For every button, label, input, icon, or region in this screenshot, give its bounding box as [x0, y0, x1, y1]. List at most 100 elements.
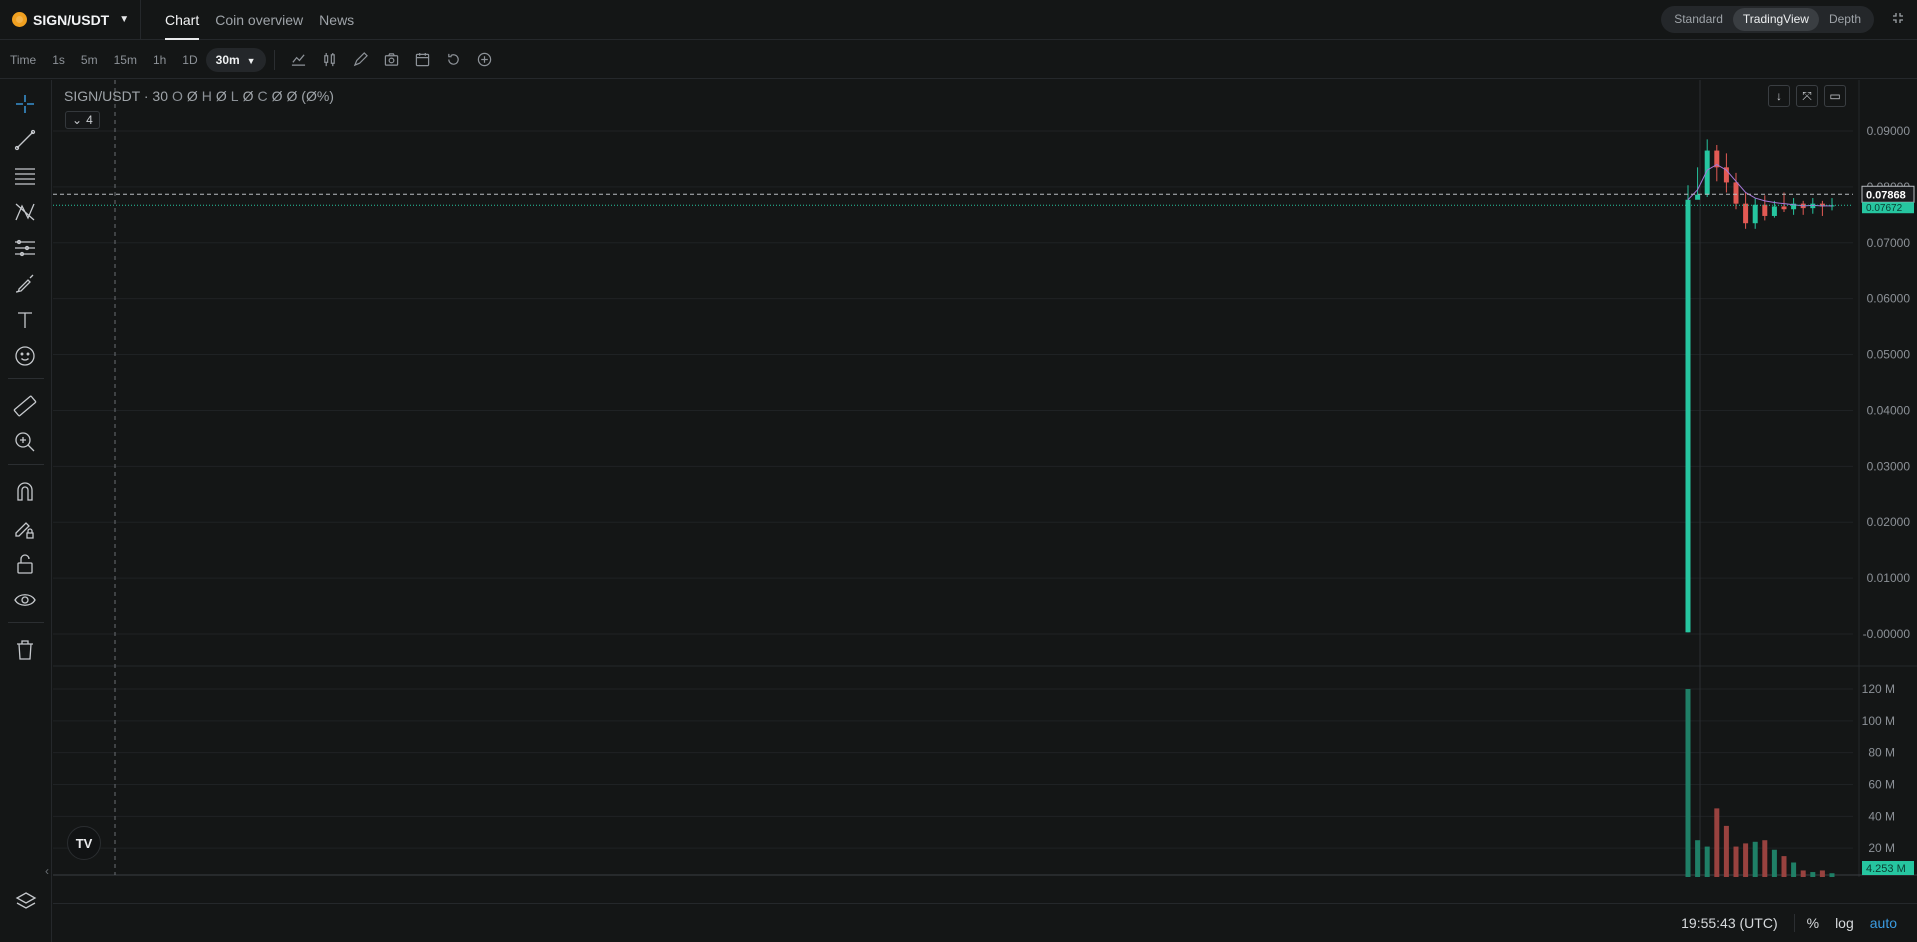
legend-l-value: Ø	[242, 88, 254, 104]
prediction-icon[interactable]	[11, 234, 39, 262]
calendar-icon[interactable]	[407, 48, 438, 72]
divider	[8, 622, 44, 623]
candle-body	[1685, 199, 1691, 633]
volume-tick-label: 60 M	[1868, 778, 1895, 792]
coin-logo-icon	[12, 12, 27, 27]
chart-legend: SIGN/USDT · 30 OØ HØ LØ CØ Ø (Ø%)	[64, 88, 334, 104]
legend-c-value: Ø	[271, 88, 283, 104]
last-price-label: 0.07868	[1866, 189, 1906, 201]
volume-bar	[1695, 840, 1701, 877]
restore-pane-button[interactable]: ▭	[1824, 85, 1846, 107]
percent-scale-toggle[interactable]: %	[1799, 915, 1827, 931]
scroll-to-latest-button[interactable]: ↓	[1768, 85, 1790, 107]
volume-bar	[1743, 843, 1749, 877]
interval-1s[interactable]: 1s	[44, 48, 73, 72]
pattern-icon[interactable]	[11, 198, 39, 226]
chart-canvas[interactable]: 0.090000.080000.070000.060000.050000.040…	[53, 80, 1917, 877]
auto-scale-toggle[interactable]: auto	[1862, 915, 1905, 931]
volume-tick-label: 80 M	[1868, 746, 1895, 760]
volume-tick-label: 20 M	[1868, 841, 1895, 855]
replay-icon[interactable]	[438, 48, 469, 72]
mode-tradingview[interactable]: TradingView	[1732, 8, 1819, 31]
active-interval-label: 30m	[215, 52, 240, 67]
log-scale-toggle[interactable]: log	[1827, 915, 1862, 931]
unlock-icon[interactable]	[11, 550, 39, 578]
price-tick-label: 0.01000	[1867, 571, 1911, 585]
volume-bar	[1685, 689, 1691, 877]
volume-bar	[1781, 856, 1787, 877]
legend-c-label: C	[257, 88, 268, 104]
volume-bar	[1704, 846, 1710, 877]
candle-body	[1695, 194, 1701, 200]
chevron-left-icon[interactable]: ‹	[45, 864, 49, 878]
volume-bar	[1810, 872, 1816, 877]
interval-1d[interactable]: 1D	[174, 48, 205, 72]
candle-body	[1752, 204, 1758, 224]
main-tabs: Chart Coin overview News	[141, 0, 362, 40]
tab-news[interactable]: News	[311, 0, 362, 40]
interval-1h[interactable]: 1h	[145, 48, 174, 72]
layers-icon[interactable]	[14, 890, 38, 914]
volume-bar	[1752, 841, 1758, 877]
interval-15m[interactable]: 15m	[106, 48, 145, 72]
volume-tick-label: 100 M	[1862, 714, 1895, 728]
ruler-icon[interactable]	[11, 392, 39, 420]
maximize-pane-button[interactable]: ⤧	[1796, 85, 1818, 107]
volume-bar	[1800, 870, 1806, 877]
price-tick-label: 0.04000	[1867, 403, 1911, 417]
candle-body	[1762, 204, 1768, 216]
lock-draw-icon[interactable]	[11, 514, 39, 542]
draw-icon[interactable]	[345, 48, 376, 72]
chart-status-bar: 19:55:43 (UTC) % log auto	[53, 903, 1917, 942]
interval-5m[interactable]: 5m	[73, 48, 106, 72]
tab-coin-overview[interactable]: Coin overview	[207, 0, 311, 40]
fullscreen-exit-icon[interactable]	[1889, 11, 1907, 29]
indicators-icon[interactable]	[283, 48, 314, 72]
brush-icon[interactable]	[11, 270, 39, 298]
trend-line-icon[interactable]	[11, 126, 39, 154]
trading-app: SIGN/USDT ▼ Chart Coin overview News Sta…	[0, 0, 1917, 942]
candle-body	[1781, 206, 1787, 210]
chevron-down-icon: ▼	[119, 14, 130, 25]
zoom-in-icon[interactable]	[11, 428, 39, 456]
legend-o-label: O	[172, 88, 183, 104]
chart-area[interactable]: 0.090000.080000.070000.060000.050000.040…	[45, 80, 1917, 878]
tradingview-logo-icon[interactable]: TV	[67, 826, 101, 860]
tab-chart[interactable]: Chart	[157, 0, 207, 40]
current-price-label: 0.07672	[1866, 203, 1903, 214]
volume-bar	[1791, 862, 1797, 877]
divider	[8, 378, 44, 379]
symbol-selector[interactable]: SIGN/USDT ▼	[0, 12, 140, 28]
fib-icon[interactable]	[11, 162, 39, 190]
add-icon[interactable]	[469, 48, 500, 72]
interval-time[interactable]: Time	[6, 48, 44, 72]
volume-tick-label: 40 M	[1868, 809, 1895, 823]
trash-icon[interactable]	[11, 636, 39, 664]
emoji-icon[interactable]	[11, 342, 39, 370]
text-icon[interactable]	[11, 306, 39, 334]
legend-l-label: L	[230, 88, 239, 104]
legend-h-value: Ø	[215, 88, 227, 104]
volume-bar	[1733, 846, 1739, 877]
mode-standard[interactable]: Standard	[1664, 8, 1733, 31]
volume-tick-label: 120 M	[1862, 682, 1895, 696]
eye-icon[interactable]	[11, 586, 39, 614]
legend-title: SIGN/USDT · 30	[64, 88, 168, 104]
price-tick-label: 0.06000	[1867, 292, 1911, 306]
utc-clock[interactable]: 19:55:43 (UTC)	[1669, 915, 1789, 931]
crosshair-icon[interactable]	[11, 90, 39, 118]
indicator-count: 4	[86, 113, 93, 127]
view-mode-switch: Standard TradingView Depth	[1661, 6, 1874, 33]
volume-bar	[1723, 825, 1729, 877]
screenshot-icon[interactable]	[376, 48, 407, 72]
magnet-icon[interactable]	[11, 478, 39, 506]
indicators-collapse-button[interactable]: ⌄ 4	[65, 111, 100, 129]
volume-bar	[1714, 808, 1720, 877]
interval-dropdown[interactable]: 30m ▼	[205, 47, 266, 72]
mode-depth[interactable]: Depth	[1819, 8, 1871, 31]
symbol-label: SIGN/USDT	[33, 11, 110, 28]
volume-bar	[1762, 840, 1768, 877]
candle-type-icon[interactable]	[314, 48, 345, 72]
divider	[8, 464, 44, 465]
chevron-down-icon: ▼	[246, 55, 256, 66]
